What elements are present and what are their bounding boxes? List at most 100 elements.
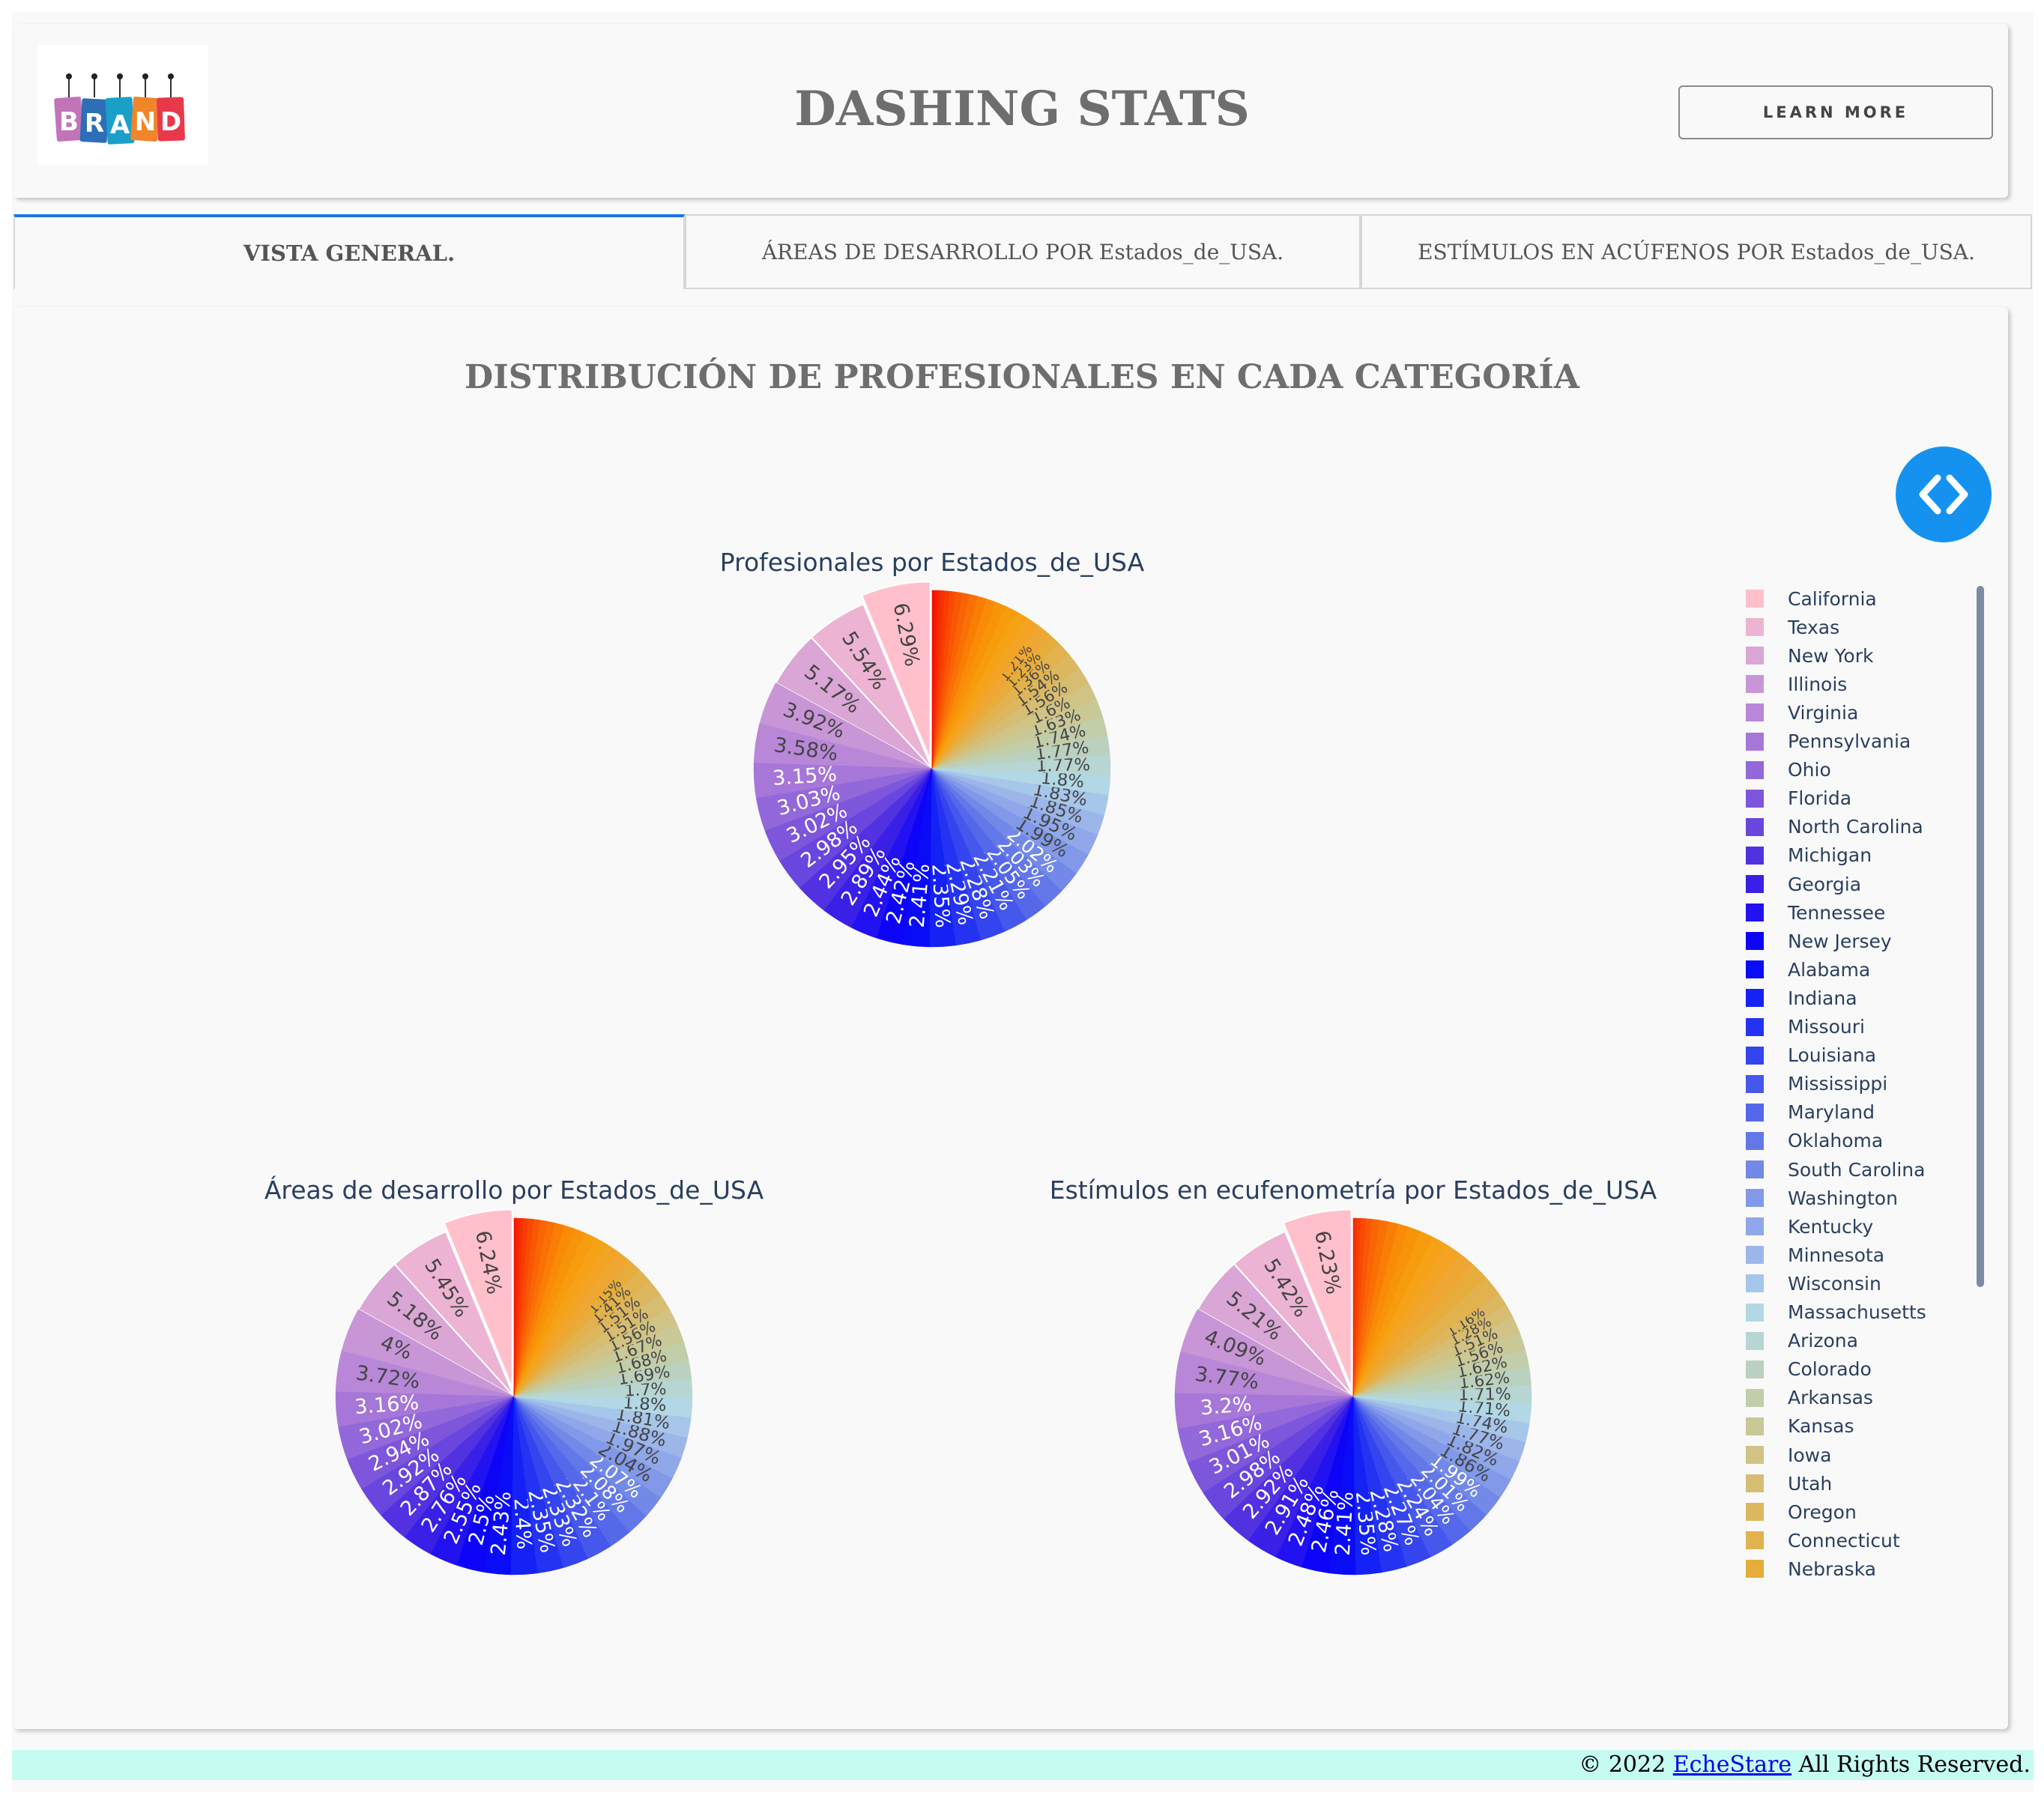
legend-swatch — [1746, 989, 1764, 1008]
legend-item[interactable]: Georgia — [1746, 870, 1861, 898]
legend-item[interactable]: Texas — [1746, 613, 1839, 641]
legend-label: Alabama — [1788, 958, 1871, 981]
legend-label: California — [1788, 587, 1877, 610]
legend-label: Wisconsin — [1788, 1272, 1881, 1295]
footer-link[interactable]: EcheStare — [1673, 1752, 1791, 1778]
legend-swatch — [1746, 1303, 1764, 1322]
legend-swatch — [1746, 1274, 1764, 1293]
legend-label: Utah — [1788, 1472, 1833, 1495]
legend-label: Mississippi — [1788, 1073, 1888, 1095]
chart-title: Estímulos en ecufenometría por Estados_d… — [1050, 1175, 1657, 1205]
legend-item[interactable]: Oregon — [1746, 1498, 1857, 1526]
legend-label: New Jersey — [1788, 930, 1892, 952]
legend-swatch — [1746, 960, 1764, 979]
legend-swatch — [1746, 817, 1764, 836]
legend-label: Minnesota — [1788, 1244, 1885, 1266]
legend-label: Indiana — [1788, 987, 1857, 1009]
legend-item[interactable]: Arkansas — [1746, 1384, 1873, 1412]
legend-label: Missouri — [1788, 1016, 1865, 1038]
legend-swatch — [1746, 903, 1764, 922]
legend-item[interactable]: Maryland — [1746, 1098, 1875, 1127]
legend-swatch — [1746, 789, 1764, 808]
legend-item[interactable]: Ohio — [1746, 756, 1831, 784]
chart-title: Áreas de desarrollo por Estados_de_USA — [264, 1175, 764, 1205]
legend-item[interactable]: Minnesota — [1746, 1241, 1884, 1269]
legend-label: Nebraska — [1788, 1558, 1876, 1580]
legend-swatch — [1746, 932, 1764, 951]
legend-label: New York — [1788, 644, 1874, 667]
legend-item[interactable]: Mississippi — [1746, 1070, 1887, 1098]
legend-swatch — [1746, 1417, 1764, 1435]
legend-item[interactable]: North Carolina — [1746, 813, 1923, 841]
legend-item[interactable]: Tennessee — [1746, 898, 1885, 927]
legend-item[interactable]: California — [1746, 584, 1877, 613]
legend-swatch — [1746, 1103, 1764, 1122]
legend-label: Georgia — [1788, 873, 1862, 895]
legend-item[interactable]: Michigan — [1746, 841, 1872, 870]
legend-item[interactable]: Iowa — [1746, 1441, 1831, 1469]
legend-swatch — [1746, 1560, 1764, 1578]
legend-label: Arizona — [1788, 1330, 1858, 1352]
legend-swatch — [1746, 1246, 1764, 1265]
footer-copyright-suffix: All Rights Reserved. — [1791, 1752, 2031, 1778]
legend-swatch — [1746, 1189, 1764, 1208]
legend-swatch — [1746, 1503, 1764, 1522]
legend-label: Michigan — [1788, 844, 1872, 867]
legend-item[interactable]: Kansas — [1746, 1412, 1854, 1441]
legend-label: Colorado — [1788, 1358, 1872, 1381]
legend-swatch — [1746, 1046, 1764, 1065]
legend-label: Pennsylvania — [1788, 730, 1911, 752]
legend-label: Iowa — [1788, 1444, 1832, 1466]
footer-copyright-prefix: © 2022 — [1579, 1752, 1673, 1778]
legend-item[interactable]: Kentucky — [1746, 1212, 1873, 1241]
legend-item[interactable]: Nebraska — [1746, 1555, 1876, 1583]
legend-item[interactable]: New Jersey — [1746, 927, 1892, 955]
legend-item[interactable]: Wisconsin — [1746, 1269, 1881, 1298]
legend-swatch — [1746, 1446, 1764, 1464]
legend-item[interactable]: Utah — [1746, 1469, 1832, 1498]
legend-item[interactable]: Pennsylvania — [1746, 727, 1911, 756]
legend-swatch — [1746, 703, 1764, 722]
footer: © 2022 EcheStare All Rights Reserved. — [12, 1750, 2034, 1780]
legend-label: Connecticut — [1788, 1529, 1900, 1552]
legend-swatch — [1746, 1074, 1764, 1093]
legend-swatch — [1746, 846, 1764, 865]
legend-item[interactable]: Connecticut — [1746, 1526, 1900, 1555]
legend-item[interactable]: Alabama — [1746, 955, 1870, 984]
legend-item[interactable]: Arizona — [1746, 1327, 1858, 1355]
chart-legend: California Texas New York Illinois Virginia P… — [1737, 584, 1962, 1585]
legend-item[interactable]: Washington — [1746, 1184, 1898, 1212]
legend-item[interactable]: Illinois — [1746, 670, 1847, 698]
legend-label: Washington — [1788, 1187, 1898, 1209]
legend-label: Oregon — [1788, 1501, 1857, 1523]
legend-swatch — [1746, 1131, 1764, 1150]
legend-swatch — [1746, 732, 1764, 751]
legend-swatch — [1746, 1388, 1764, 1407]
legend-item[interactable]: Missouri — [1746, 1013, 1865, 1041]
legend-item[interactable]: Oklahoma — [1746, 1127, 1883, 1155]
legend-item[interactable]: South Carolina — [1746, 1155, 1925, 1184]
legend-scrollbar[interactable] — [1977, 586, 1984, 1287]
legend-item[interactable]: New York — [1746, 641, 1873, 670]
legend-swatch — [1746, 647, 1764, 665]
legend-item[interactable]: Massachusetts — [1746, 1298, 1926, 1327]
legend-swatch — [1746, 618, 1764, 637]
legend-swatch — [1746, 1531, 1764, 1550]
legend-swatch — [1746, 590, 1764, 608]
chart-title: Profesionales por Estados_de_USA — [720, 548, 1145, 577]
legend-item[interactable]: Colorado — [1746, 1355, 1872, 1384]
legend-item[interactable]: Florida — [1746, 784, 1851, 813]
legend-item[interactable]: Louisiana — [1746, 1041, 1876, 1070]
pie-chart: Estímulos en ecufenometría por Estados_d… — [1050, 1175, 1657, 1576]
legend-label: Louisiana — [1788, 1044, 1877, 1067]
pie-chart: Profesionales por Estados_de_USA6.29%5.5… — [720, 548, 1145, 948]
legend-label: Oklahoma — [1788, 1130, 1884, 1152]
legend-swatch — [1746, 675, 1764, 694]
legend-item[interactable]: Virginia — [1746, 698, 1858, 727]
legend-item[interactable]: Indiana — [1746, 984, 1857, 1012]
pie-chart: Áreas de desarrollo por Estados_de_USA6.… — [264, 1175, 764, 1576]
legend-label: Texas — [1788, 616, 1840, 638]
legend-swatch — [1746, 760, 1764, 779]
legend-swatch — [1746, 1160, 1764, 1178]
legend-label: Ohio — [1788, 759, 1831, 781]
